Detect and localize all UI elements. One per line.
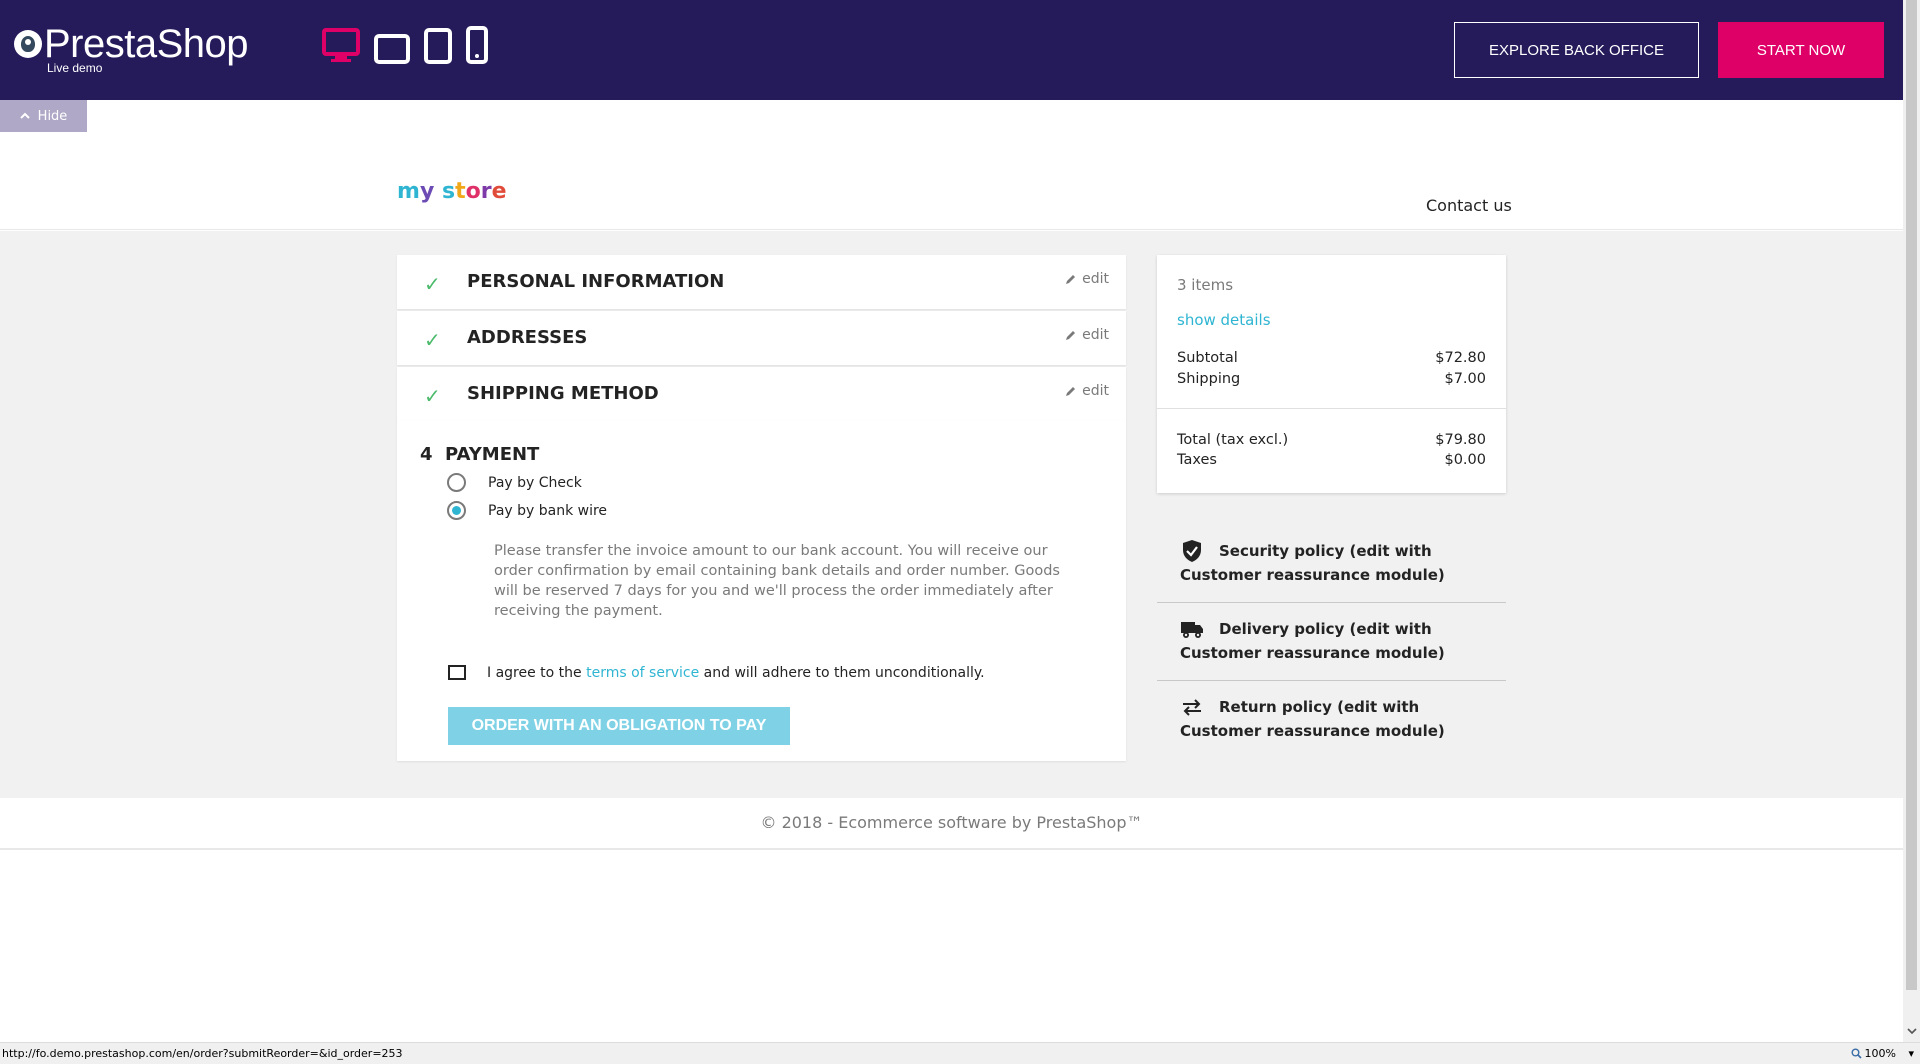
scroll-down-arrow-icon[interactable] xyxy=(1903,1020,1920,1042)
store-logo[interactable]: my store xyxy=(397,179,507,204)
contact-us-link[interactable]: Contact us xyxy=(1426,196,1512,215)
pay-by-check-label[interactable]: Pay by Check xyxy=(488,475,582,491)
reassurance-block: Security policy (edit with Customer reas… xyxy=(1157,525,1506,759)
edit-link[interactable]: edit xyxy=(1065,327,1109,343)
pay-by-bank-wire-radio[interactable] xyxy=(447,501,466,520)
summary-divider xyxy=(1157,408,1506,409)
copyright-text[interactable]: © 2018 - Ecommerce software by PrestaSho… xyxy=(0,813,1903,832)
step-personal-information[interactable]: ✓ PERSONAL INFORMATION edit xyxy=(397,255,1126,309)
demo-top-bar: PrestaShop Live demo EXPLORE BACK OFFICE… xyxy=(0,0,1903,100)
terms-of-service-link[interactable]: terms of service xyxy=(586,665,699,681)
reassurance-item-return: Return policy (edit with Customer reassu… xyxy=(1157,681,1506,759)
step-addresses[interactable]: ✓ ADDRESSES edit xyxy=(397,311,1126,365)
step-number: 4 xyxy=(420,444,433,465)
reassurance-text: Security policy (edit with Customer reas… xyxy=(1180,542,1445,584)
scrollbar-thumb[interactable] xyxy=(1906,0,1917,990)
check-icon: ✓ xyxy=(424,328,441,352)
edit-link[interactable]: edit xyxy=(1065,383,1109,399)
zoom-dropdown-icon[interactable]: ▾ xyxy=(1908,1047,1914,1060)
chevron-up-icon xyxy=(19,112,30,119)
taxes-value: $0.00 xyxy=(1444,452,1486,468)
show-details-link[interactable]: show details xyxy=(1177,311,1271,329)
puffin-logo-icon xyxy=(14,30,42,58)
zoom-level: 100% xyxy=(1864,1047,1896,1060)
pencil-icon xyxy=(1066,331,1076,340)
total-row: Total (tax excl.) $79.80 xyxy=(1177,432,1486,448)
shipping-label: Shipping xyxy=(1177,371,1241,387)
edit-link[interactable]: edit xyxy=(1065,271,1109,287)
explore-back-office-button[interactable]: EXPLORE BACK OFFICE xyxy=(1454,22,1699,78)
prestashop-logo[interactable]: PrestaShop Live demo xyxy=(14,22,249,75)
device-switcher xyxy=(322,26,488,64)
pencil-icon xyxy=(1066,387,1076,396)
subtotal-value: $72.80 xyxy=(1435,350,1486,366)
store-header: my store Contact us xyxy=(0,100,1903,230)
terms-checkbox[interactable] xyxy=(448,665,466,680)
desktop-icon[interactable] xyxy=(322,28,360,64)
terms-suffix: and will adhere to them unconditionally. xyxy=(703,665,985,681)
payment-section: 4 PAYMENT Pay by Check Pay by bank wire … xyxy=(397,420,1126,761)
pencil-icon xyxy=(1066,275,1076,284)
zoom-control[interactable]: 100% xyxy=(1851,1047,1896,1060)
hide-demo-bar-button[interactable]: Hide xyxy=(0,100,87,132)
start-now-button[interactable]: START NOW xyxy=(1718,22,1884,78)
taxes-row: Taxes $0.00 xyxy=(1177,452,1486,468)
check-icon: ✓ xyxy=(424,384,441,408)
payment-title: PAYMENT xyxy=(445,444,540,465)
tablet-landscape-icon[interactable] xyxy=(374,34,410,64)
edit-label: edit xyxy=(1082,327,1109,343)
step-title: PERSONAL INFORMATION xyxy=(467,271,725,292)
terms-text: I agree to the terms of service and will… xyxy=(487,665,985,681)
total-value: $79.80 xyxy=(1435,432,1486,448)
vertical-scrollbar[interactable] xyxy=(1903,0,1920,1042)
subtotal-label: Subtotal xyxy=(1177,350,1238,366)
step-title: SHIPPING METHOD xyxy=(467,383,659,404)
pay-by-check-radio[interactable] xyxy=(447,473,466,492)
total-label: Total (tax excl.) xyxy=(1177,432,1289,448)
cart-summary: 3 items show details Subtotal $72.80 Shi… xyxy=(1157,255,1506,493)
step-shipping-method[interactable]: ✓ SHIPPING METHOD edit xyxy=(397,367,1126,421)
step-title: ADDRESSES xyxy=(467,327,588,348)
footer: © 2018 - Ecommerce software by PrestaSho… xyxy=(0,798,1903,850)
order-button[interactable]: ORDER WITH AN OBLIGATION TO PAY xyxy=(448,707,790,745)
mobile-icon[interactable] xyxy=(466,26,488,64)
logo-subtitle: Live demo xyxy=(47,61,103,75)
status-url: http://fo.demo.prestashop.com/en/order?s… xyxy=(2,1047,403,1060)
reassurance-item-delivery: Delivery policy (edit with Customer reas… xyxy=(1157,603,1506,681)
taxes-label: Taxes xyxy=(1177,452,1217,468)
checkout-steps: ✓ PERSONAL INFORMATION edit ✓ ADDRESSES … xyxy=(397,255,1126,423)
browser-status-bar: http://fo.demo.prestashop.com/en/order?s… xyxy=(0,1042,1920,1064)
logo-text: PrestaShop xyxy=(44,22,249,66)
reassurance-text: Delivery policy (edit with Customer reas… xyxy=(1180,620,1445,662)
shipping-value: $7.00 xyxy=(1444,371,1486,387)
hide-label: Hide xyxy=(37,108,68,124)
check-icon: ✓ xyxy=(424,272,441,296)
pay-by-bank-wire-label[interactable]: Pay by bank wire xyxy=(488,503,607,519)
subtotal-row: Subtotal $72.80 xyxy=(1177,350,1486,366)
magnifier-icon xyxy=(1851,1048,1862,1059)
reassurance-text: Return policy (edit with Customer reassu… xyxy=(1180,698,1445,740)
edit-label: edit xyxy=(1082,271,1109,287)
edit-label: edit xyxy=(1082,383,1109,399)
shipping-row: Shipping $7.00 xyxy=(1177,371,1486,387)
tablet-portrait-icon[interactable] xyxy=(424,28,452,64)
reassurance-item-security: Security policy (edit with Customer reas… xyxy=(1157,525,1506,603)
bank-wire-description: Please transfer the invoice amount to ou… xyxy=(494,543,1060,619)
terms-prefix: I agree to the xyxy=(487,665,582,681)
items-count: 3 items xyxy=(1177,276,1234,294)
